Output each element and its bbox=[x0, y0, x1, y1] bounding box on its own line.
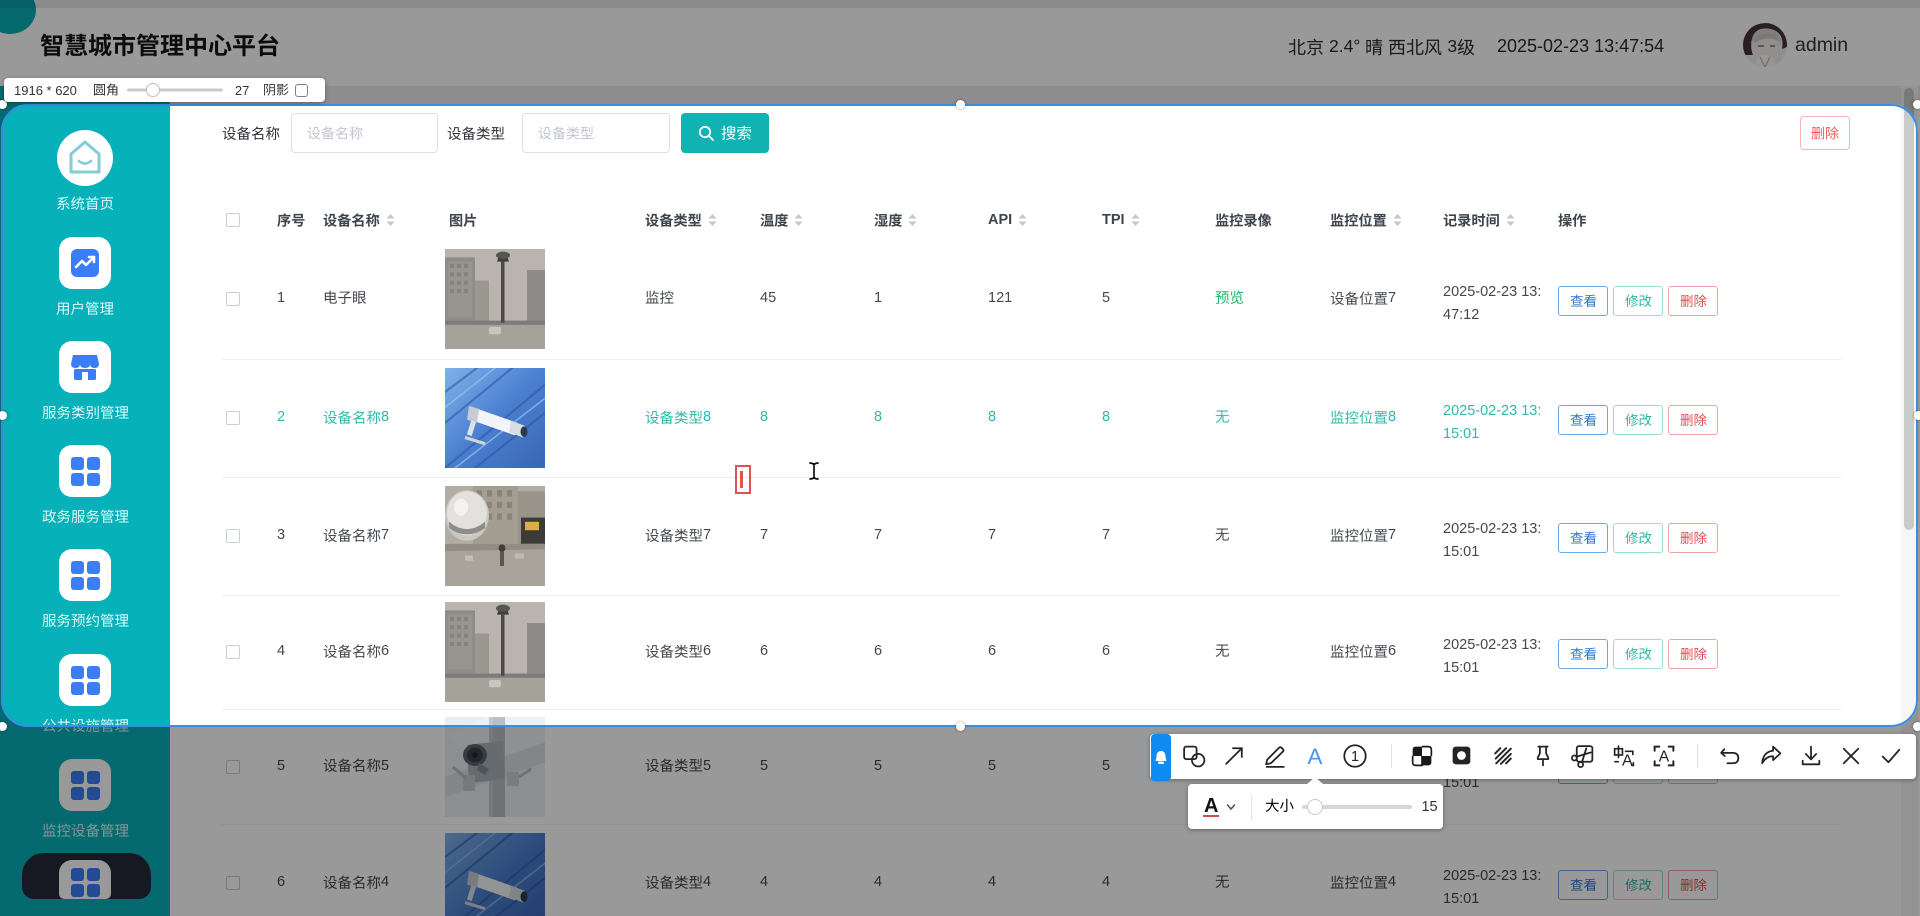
svg-text:A: A bbox=[1659, 749, 1670, 766]
svg-text:1: 1 bbox=[1351, 749, 1359, 765]
svg-text:A: A bbox=[1308, 744, 1323, 769]
svg-text:A: A bbox=[1622, 751, 1633, 769]
